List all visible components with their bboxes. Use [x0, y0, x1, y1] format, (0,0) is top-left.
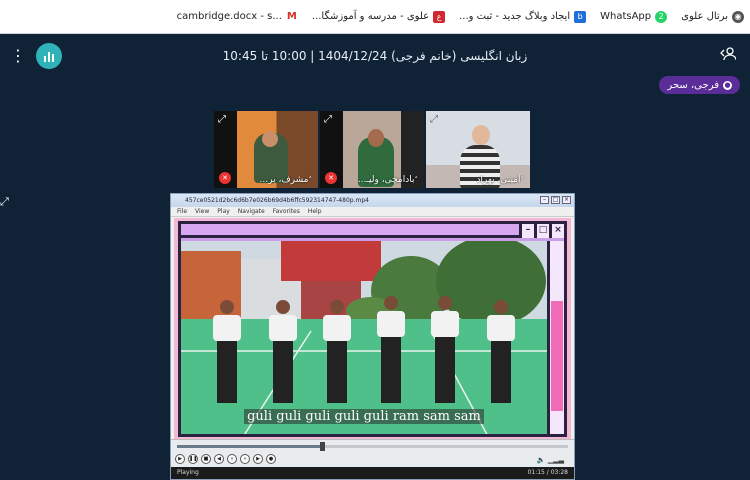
user-icon[interactable]	[720, 47, 737, 65]
expand-icon[interactable]: ⤢	[218, 114, 226, 125]
participant-tile[interactable]: ⤢ ˄امینی، بهراد	[426, 111, 530, 188]
menu-view[interactable]: View	[195, 207, 209, 216]
chevron-up-icon[interactable]: ˄	[309, 176, 313, 184]
player-menu: File View Play Navigate Favorites Help	[171, 207, 574, 217]
menu-favorites[interactable]: Favorites	[273, 207, 300, 216]
retro-titlebar: – □ ×	[181, 224, 564, 238]
bookmark-label: cambridge.docx - s...	[176, 11, 282, 22]
menu-navigate[interactable]: Navigate	[238, 207, 265, 216]
expand-icon[interactable]: ⤢	[324, 114, 332, 125]
school-icon: ع	[433, 10, 446, 23]
chevron-up-icon[interactable]: ˄	[415, 176, 419, 184]
bookmark-label: WhatsApp	[600, 11, 652, 22]
menu-help[interactable]: Help	[308, 207, 322, 216]
next-button[interactable]: ▶	[253, 454, 263, 464]
close-button[interactable]: ×	[562, 196, 571, 204]
session-title: زبان انگلیسی (خانم فرجی) 1404/12/24 | 10…	[222, 49, 528, 63]
gmail-icon: M	[286, 11, 297, 22]
rewind-button[interactable]: «	[227, 454, 237, 464]
player-titlebar[interactable]: 457ce0521d2bc6d6b7e026b69d4b6ffc59231474…	[171, 194, 574, 207]
presenter-pill[interactable]: ● فرجی، سحر	[659, 76, 740, 94]
player-controls: ▶ ❚❚ ■ ◀ « » ▶ ● 🔈 ▁▂▃ Playing 01:15 / 0…	[171, 439, 574, 479]
bookmark-portal[interactable]: ◉ برتال علوی	[681, 10, 744, 23]
stop-button[interactable]: ■	[201, 454, 211, 464]
expand-icon[interactable]: ⤢	[430, 114, 438, 125]
menu-file[interactable]: File	[177, 207, 187, 216]
frame-step-button[interactable]: ●	[266, 454, 276, 464]
video-stage[interactable]: – □ × guli guli guli guli guli ram sam s…	[174, 218, 571, 440]
expand-icon[interactable]: ⤢	[0, 195, 9, 209]
seek-handle[interactable]	[319, 442, 325, 451]
bookmark-label: ایجاد وبلاگ جدید - ثبت و...	[459, 11, 571, 22]
participant-name: ˄بادامچی، ولیـ...	[357, 175, 419, 185]
bookmark-gmail[interactable]: M cambridge.docx - s...	[177, 11, 298, 23]
bookmarks-bar: ◉ برتال علوی 2 WhatsApp b ایجاد وبلاگ جد…	[0, 0, 750, 34]
forward-button[interactable]: »	[240, 454, 250, 464]
participant-tile[interactable]: ⤢ ✕ ˄مشرف، بر...	[214, 111, 318, 188]
retro-close-icon: ×	[549, 224, 564, 238]
previous-button[interactable]: ◀	[214, 454, 224, 464]
video-caption: guli guli guli guli guli ram sam sam	[181, 405, 547, 424]
session-header: ⋮ زبان انگلیسی (خانم فرجی) 1404/12/24 | …	[0, 34, 750, 78]
retro-scrollbar	[547, 241, 564, 434]
chevron-up-icon[interactable]: ˄	[521, 176, 525, 184]
mic-off-icon: ✕	[325, 172, 337, 184]
minimize-button[interactable]: –	[540, 196, 549, 204]
presenter-icon: ●	[723, 80, 732, 90]
bookmark-whatsapp[interactable]: 2 WhatsApp	[600, 10, 668, 23]
play-button[interactable]: ▶	[175, 454, 185, 464]
bookmark-label: برتال علوی	[681, 11, 728, 22]
bookmark-school[interactable]: ع علوی - مدرسه و آموزشگا...	[311, 10, 446, 23]
playback-status: Playing	[177, 469, 199, 476]
bookmark-blog[interactable]: b ایجاد وبلاگ جدید - ثبت و...	[459, 10, 587, 23]
volume-icon[interactable]: 🔈 ▁▂▃	[537, 456, 564, 464]
playback-time: 01:15 / 03:28	[527, 469, 568, 476]
seek-bar[interactable]	[177, 442, 568, 451]
player-window-title: 457ce0521d2bc6d6b7e026b69d4b6ffc59231474…	[185, 197, 369, 204]
player-status-bar: Playing 01:15 / 03:28	[171, 467, 574, 479]
participant-tile[interactable]: ⤢ ✕ ˄بادامچی، ولیـ...	[320, 111, 424, 188]
participant-name: ˄امینی، بهراد	[476, 175, 525, 185]
menu-play[interactable]: Play	[217, 207, 230, 216]
retro-maximize-icon: □	[534, 224, 549, 238]
bookmark-label: علوی - مدرسه و آموزشگا...	[311, 11, 430, 22]
mic-off-icon: ✕	[219, 172, 231, 184]
blog-icon: b	[574, 10, 587, 23]
retro-minimize-icon: –	[519, 224, 534, 238]
whatsapp-icon: 2	[655, 10, 668, 23]
retro-window-frame: – □ × guli guli guli guli guli ram sam s…	[178, 221, 567, 437]
video-scene: guli guli guli guli guli ram sam sam	[181, 241, 547, 434]
participant-name: ˄مشرف، بر...	[259, 175, 313, 185]
maximize-button[interactable]: □	[551, 196, 560, 204]
shared-media-player[interactable]: 457ce0521d2bc6d6b7e026b69d4b6ffc59231474…	[170, 193, 575, 480]
presenter-name: فرجی، سحر	[667, 79, 719, 91]
globe-icon: ◉	[732, 10, 744, 23]
pause-button[interactable]: ❚❚	[188, 454, 198, 464]
